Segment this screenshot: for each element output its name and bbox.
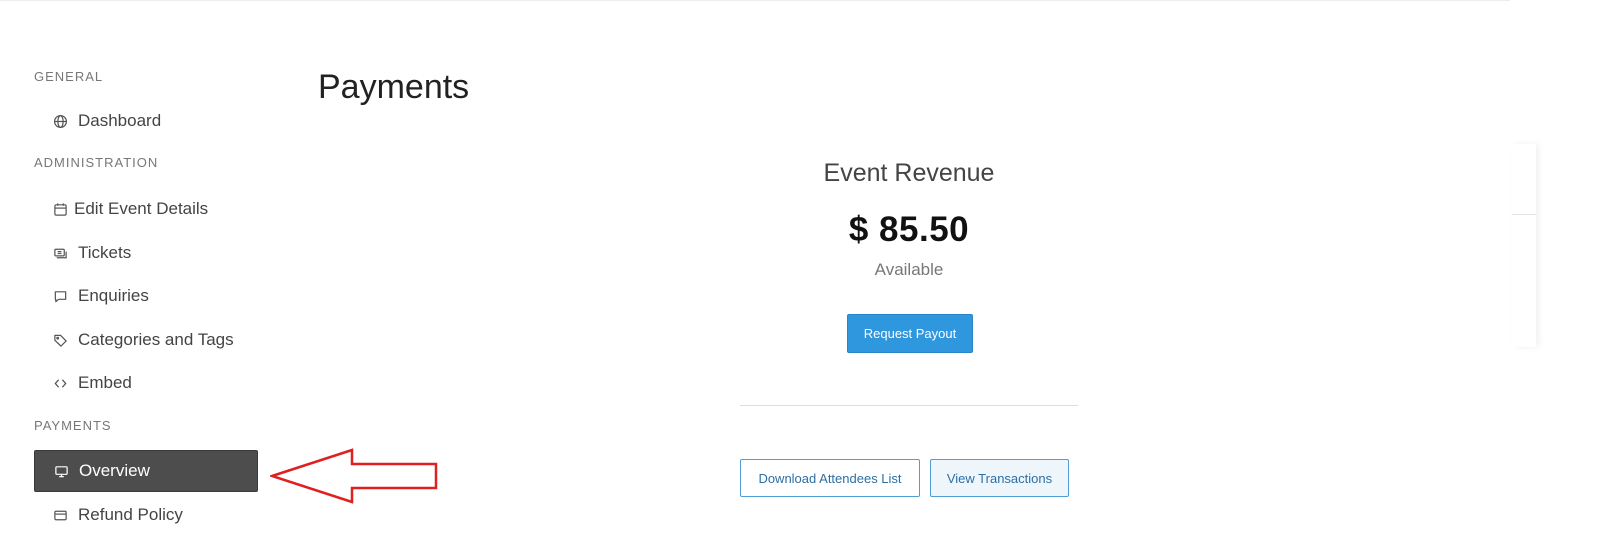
sidebar-item-refund-policy[interactable]: Refund Policy: [34, 494, 258, 536]
ticket-icon: [52, 245, 68, 261]
card-icon: [52, 507, 68, 523]
sidebar-item-edit-event-details[interactable]: Edit Event Details: [34, 188, 258, 230]
page-title: Payments: [318, 68, 470, 106]
tag-icon: [52, 332, 68, 348]
sidebar-item-embed[interactable]: Embed: [34, 362, 258, 404]
side-card-divider: [1512, 214, 1536, 215]
revenue-status: Available: [874, 260, 944, 279]
sidebar-item-label: Dashboard: [78, 111, 162, 130]
monitor-icon: [53, 463, 69, 479]
revenue-title: Event Revenue: [823, 159, 995, 187]
side-card-edge: [1512, 144, 1536, 347]
sidebar-item-label: Overview: [79, 461, 150, 480]
sidebar-item-overview[interactable]: Overview: [34, 450, 258, 492]
globe-icon: [52, 113, 68, 129]
view-transactions-button[interactable]: View Transactions: [930, 459, 1069, 497]
calendar-icon: [52, 201, 68, 217]
sidebar-item-enquiries[interactable]: Enquiries: [34, 275, 258, 317]
sidebar-item-label: Edit Event Details: [74, 199, 209, 218]
revenue-amount: $ 85.50: [848, 210, 970, 249]
section-general: GENERAL: [34, 69, 104, 84]
download-attendees-button[interactable]: Download Attendees List: [740, 459, 920, 497]
sidebar-item-tickets[interactable]: Tickets: [34, 232, 258, 274]
section-payments: PAYMENTS: [34, 418, 112, 433]
chat-icon: [52, 288, 68, 304]
revenue-panel: Event Revenue $ 85.50 Available: [740, 155, 1078, 280]
divider: [740, 405, 1078, 406]
sidebar-item-categories-and-tags[interactable]: Categories and Tags: [34, 319, 258, 361]
code-icon: [52, 375, 68, 391]
annotation-arrow-icon: [270, 448, 438, 504]
sidebar-item-label: Categories and Tags: [78, 330, 234, 349]
sidebar-item-label: Refund Policy: [78, 505, 183, 524]
sidebar-item-label: Embed: [78, 373, 132, 392]
sidebar-item-label: Enquiries: [78, 286, 149, 305]
top-border: [0, 0, 1510, 1]
sidebar-item-dashboard[interactable]: Dashboard: [34, 100, 258, 142]
sidebar-item-label: Tickets: [78, 243, 132, 262]
section-administration: ADMINISTRATION: [34, 155, 159, 170]
request-payout-button[interactable]: Request Payout: [847, 314, 973, 353]
